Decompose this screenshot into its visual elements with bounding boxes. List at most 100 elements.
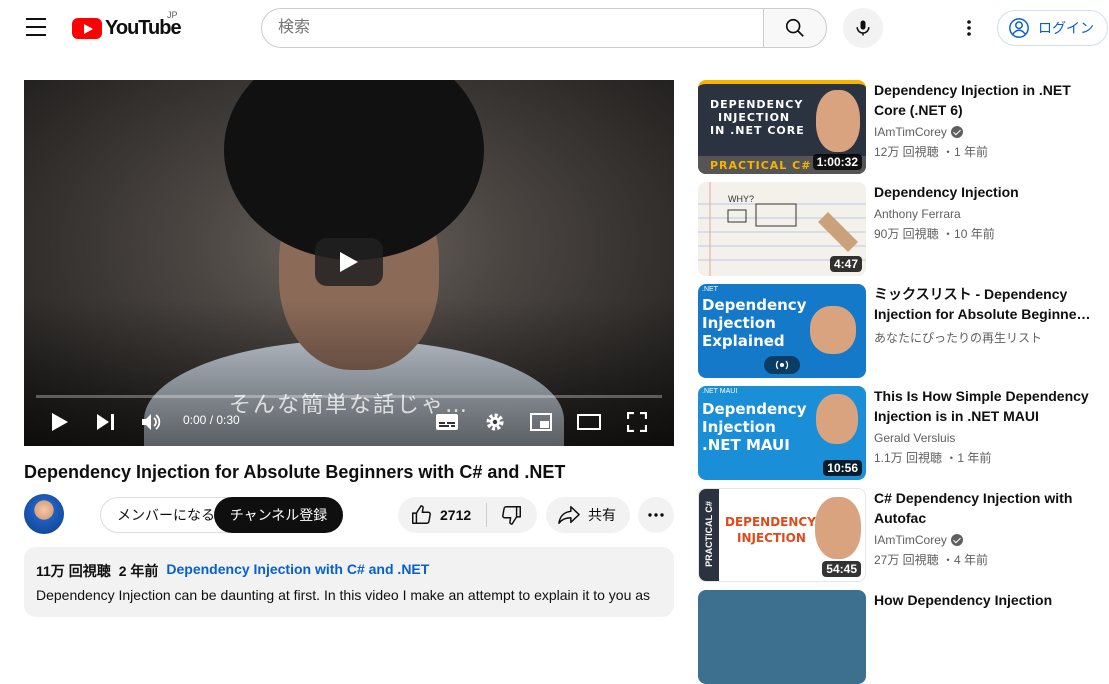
share-icon — [558, 506, 580, 524]
video-thumbnail[interactable] — [698, 590, 866, 684]
video-thumbnail[interactable]: PRACTICAL C# DEPENDENCY INJECTION 54:45 — [698, 488, 866, 582]
thumbnail-text: Dependency — [702, 296, 807, 314]
thumbnail-footer: PRACTICAL C# — [710, 159, 812, 172]
related-video-card[interactable]: .NET MAUI Dependency Injection .NET MAUI… — [698, 386, 1108, 480]
hashtag-link[interactable]: Dependency Injection with C# and .NET — [166, 561, 429, 581]
search-button[interactable] — [763, 8, 827, 48]
video-duration: 10:56 — [823, 460, 862, 476]
thumbnail-text: DEPENDENCY — [710, 98, 804, 111]
related-video-title[interactable]: This Is How Simple Dependency Injection … — [874, 386, 1104, 426]
thumbnail-text: INJECTION — [718, 111, 791, 124]
video-player[interactable]: そんな簡単な話じゃ… 0:00 / 0:30 — [24, 80, 674, 446]
channel-name: IAmTimCorey — [874, 125, 947, 139]
related-video-card[interactable]: DEPENDENCY INJECTION IN .NET CORE PRACTI… — [698, 80, 1108, 174]
video-thumbnail[interactable]: .NET MAUI Dependency Injection .NET MAUI… — [698, 386, 866, 480]
microphone-icon — [856, 20, 870, 36]
subscribe-button[interactable]: チャンネル登録 — [214, 497, 343, 533]
video-title: Dependency Injection for Absolute Beginn… — [24, 462, 566, 482]
thumbnail-text: WHY? — [728, 194, 755, 204]
play-button[interactable] — [48, 406, 72, 438]
video-duration: 4:47 — [829, 256, 862, 272]
subtitles-button[interactable] — [434, 406, 460, 438]
join-button[interactable]: メンバーになる — [100, 497, 230, 533]
fullscreen-icon — [627, 412, 647, 432]
gear-icon — [486, 413, 504, 431]
menu-icon[interactable] — [26, 18, 46, 36]
video-thumbnail[interactable]: .NET Dependency Injection Explained — [698, 284, 866, 378]
more-actions-button[interactable] — [638, 497, 674, 533]
thumbnail-text: Injection — [702, 314, 776, 332]
share-button[interactable]: 共有 — [546, 497, 630, 533]
account-icon — [1009, 18, 1029, 38]
video-thumbnail[interactable]: DEPENDENCY INJECTION IN .NET CORE PRACTI… — [698, 80, 866, 174]
related-video-card[interactable]: PRACTICAL C# DEPENDENCY INJECTION 54:45 … — [698, 488, 1108, 582]
thumbnail-badge: .NET — [702, 286, 718, 293]
thumbnail-text: Dependency — [702, 400, 807, 418]
youtube-play-icon — [72, 17, 102, 39]
description-box[interactable]: 11万 回視聴 2 年前 Dependency Injection with C… — [24, 547, 674, 617]
large-play-button[interactable] — [315, 238, 383, 286]
like-count: 2712 — [440, 507, 472, 523]
top-bar: YouTube JP ログイン — [0, 0, 1109, 56]
channel-avatar[interactable] — [24, 494, 64, 534]
miniplayer-button[interactable] — [528, 406, 554, 438]
theater-mode-button[interactable] — [576, 406, 602, 438]
related-video-title[interactable]: How Dependency Injection — [874, 590, 1104, 610]
related-video-channel[interactable]: Anthony Ferrara — [874, 207, 961, 221]
next-button[interactable] — [94, 406, 118, 438]
region-label: JP — [167, 10, 178, 20]
related-video-channel[interactable]: IAmTimCorey — [874, 125, 963, 139]
related-video-channel[interactable]: あなたにぴったりの再生リスト — [874, 329, 1042, 346]
related-video-meta: 90万 回視聴 ・10 年前 — [874, 227, 995, 241]
channel-name: Anthony Ferrara — [874, 207, 961, 221]
related-video-card[interactable]: .NET Dependency Injection Explained ミックス… — [698, 284, 1108, 378]
verified-icon — [950, 126, 963, 138]
progress-bar[interactable] — [36, 395, 662, 398]
related-video-channel[interactable]: Gerald Versluis — [874, 431, 955, 445]
play-icon — [52, 413, 68, 431]
like-button[interactable]: 2712 — [398, 497, 486, 533]
settings-button[interactable] — [482, 406, 508, 438]
related-video-title[interactable]: ミックスリスト - Dependency Injection for Absol… — [874, 284, 1104, 324]
mix-playlist-icon — [764, 356, 800, 374]
presenter-face — [816, 90, 860, 152]
presenter-face — [816, 394, 858, 444]
thumbnail-text: Explained — [702, 332, 785, 350]
thumbs-up-icon — [412, 505, 431, 524]
more-horizontal-icon — [648, 513, 664, 517]
channel-name: あなたにぴったりの再生リスト — [874, 331, 1043, 345]
time-display: 0:00 / 0:30 — [183, 413, 240, 427]
skip-next-icon — [97, 414, 114, 430]
subscribe-label: チャンネル登録 — [229, 507, 328, 523]
share-label: 共有 — [588, 507, 616, 523]
related-video-channel[interactable]: IAmTimCorey — [874, 533, 963, 547]
miniplayer-icon — [530, 413, 552, 431]
subtitles-icon — [436, 414, 458, 430]
related-video-title[interactable]: Dependency Injection in .NET Core (.NET … — [874, 80, 1104, 120]
settings-more-button[interactable] — [957, 12, 981, 44]
view-count: 11万 回視聴 — [36, 563, 111, 579]
thumbnail-text: IN .NET CORE — [710, 124, 805, 137]
search-icon — [785, 18, 804, 37]
login-button[interactable]: ログイン — [997, 10, 1108, 46]
thumbnail-text: Injection — [702, 418, 776, 436]
related-video-card[interactable]: How Dependency Injection — [698, 590, 1108, 684]
presenter-face — [810, 306, 856, 354]
volume-icon — [142, 414, 161, 430]
more-vertical-icon — [967, 20, 971, 36]
related-video-card[interactable]: WHY? 4:47 Dependency Injection Anthony F… — [698, 182, 1108, 276]
channel-name: IAmTimCorey — [874, 533, 947, 547]
youtube-logo[interactable]: YouTube JP — [72, 10, 182, 40]
search-input[interactable] — [261, 8, 763, 48]
volume-button[interactable] — [140, 406, 164, 438]
fullscreen-button[interactable] — [624, 406, 650, 438]
description-meta: 11万 回視聴 2 年前 Dependency Injection with C… — [36, 561, 662, 581]
related-video-title[interactable]: Dependency Injection — [874, 182, 1104, 202]
dislike-button[interactable] — [487, 497, 537, 533]
related-video-meta: 12万 回視聴 ・1 年前 — [874, 145, 989, 159]
related-video-title[interactable]: C# Dependency Injection with Autofac — [874, 488, 1104, 528]
voice-search-button[interactable] — [843, 8, 883, 48]
video-thumbnail[interactable]: WHY? 4:47 — [698, 182, 866, 276]
login-label: ログイン — [1038, 20, 1094, 36]
related-video-meta: 27万 回視聴 ・4 年前 — [874, 553, 989, 567]
